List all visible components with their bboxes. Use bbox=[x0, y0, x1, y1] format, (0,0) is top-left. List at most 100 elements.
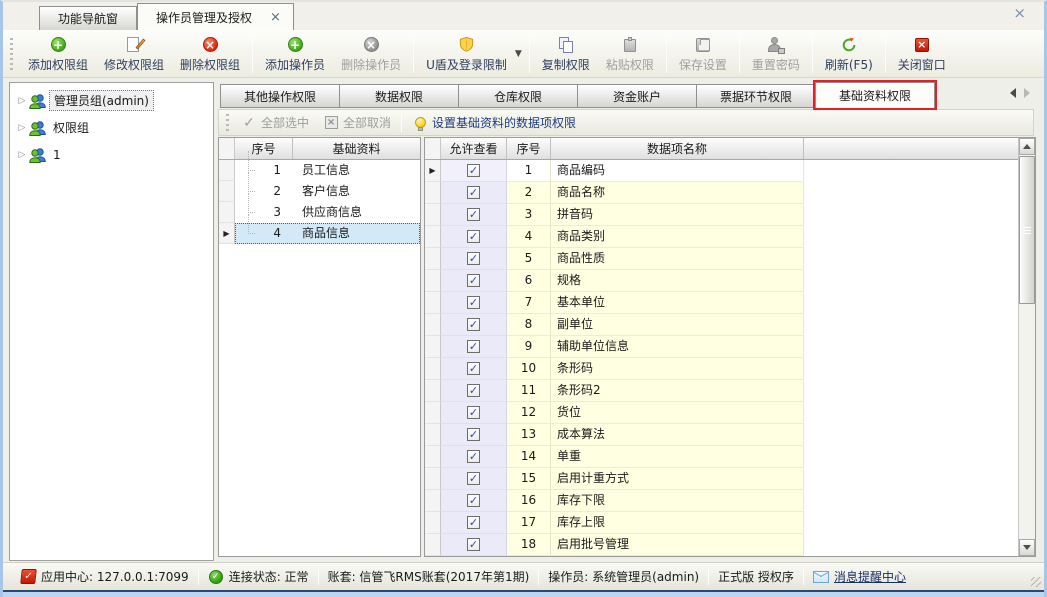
tab-scroll-left-icon[interactable] bbox=[1010, 88, 1016, 98]
toolbar-group: +添加操作员×删除操作员 bbox=[255, 30, 411, 77]
row-name: 商品编码 bbox=[551, 160, 804, 182]
ukey-login-limit-button[interactable]: U盾及登录限制 bbox=[418, 32, 515, 76]
tab-warehouse-perms[interactable]: 仓库权限 bbox=[458, 84, 578, 108]
tab-fund-accounts[interactable]: 资金账户 bbox=[577, 84, 697, 108]
data-table-header-allow-view[interactable]: 允许查看 bbox=[441, 138, 507, 159]
allow-view-checkbox[interactable]: ✓ bbox=[467, 538, 480, 551]
dropdown-caret-icon[interactable]: ▼ bbox=[515, 49, 522, 59]
allow-view-checkbox[interactable]: ✓ bbox=[467, 472, 480, 485]
row-num: 1 bbox=[236, 161, 294, 180]
row-marker bbox=[425, 270, 441, 292]
doc-tab-function-navigation[interactable]: 功能导航窗 bbox=[39, 6, 137, 30]
allow-view-checkbox[interactable]: ✓ bbox=[467, 362, 480, 375]
row-num: 7 bbox=[507, 292, 551, 314]
table-row[interactable]: ✓18启用批号管理 bbox=[425, 534, 1018, 556]
table-row[interactable]: ✓11条形码2 bbox=[425, 380, 1018, 402]
scroll-up-button[interactable] bbox=[1019, 138, 1035, 155]
tree-item-group-1[interactable]: ▷1 bbox=[10, 141, 213, 168]
allow-view-checkbox[interactable]: ✓ bbox=[467, 252, 480, 265]
allow-view-checkbox[interactable]: ✓ bbox=[467, 494, 480, 507]
toolbar-drag-handle[interactable] bbox=[10, 38, 13, 70]
table-row[interactable]: ✓6规格 bbox=[425, 270, 1018, 292]
allow-view-checkbox[interactable]: ✓ bbox=[467, 318, 480, 331]
allow-view-checkbox[interactable]: ✓ bbox=[467, 208, 480, 221]
allow-view-checkbox[interactable]: ✓ bbox=[467, 384, 480, 397]
row-filler bbox=[804, 358, 1018, 380]
table-row[interactable]: ✓12货位 bbox=[425, 402, 1018, 424]
base-table-header-name[interactable]: 基础资料 bbox=[293, 138, 420, 159]
table-row[interactable]: ✓10条形码 bbox=[425, 358, 1018, 380]
tree-item-admin-group[interactable]: ▷管理员组(admin) bbox=[10, 87, 213, 114]
allow-view-checkbox[interactable]: ✓ bbox=[467, 274, 480, 287]
allow-view-checkbox[interactable]: ✓ bbox=[467, 296, 480, 309]
allow-view-cell: ✓ bbox=[441, 270, 507, 292]
toolbar-button-label: 添加操作员 bbox=[265, 56, 325, 73]
add-perm-group-button[interactable]: +添加权限组 bbox=[20, 32, 96, 76]
base-data-table: 序号 基础资料 1员工信息2客户信息3供应商信息▶4商品信息 bbox=[218, 137, 421, 557]
tab-other-operation-perms[interactable]: 其他操作权限 bbox=[220, 84, 340, 108]
sub-toolbar-drag-handle[interactable] bbox=[226, 114, 229, 132]
table-row[interactable]: ▶✓1商品编码 bbox=[425, 160, 1018, 182]
table-row[interactable]: ▶4商品信息 bbox=[219, 223, 420, 244]
toolbar-button-label: 刷新(F5) bbox=[825, 56, 873, 73]
tab-data-perms[interactable]: 数据权限 bbox=[339, 84, 459, 108]
table-row[interactable]: ✓4商品类别 bbox=[425, 226, 1018, 248]
allow-view-checkbox[interactable]: ✓ bbox=[467, 340, 480, 353]
allow-view-checkbox[interactable]: ✓ bbox=[467, 516, 480, 529]
tab-bill-stage-perms[interactable]: 票据环节权限 bbox=[696, 84, 816, 108]
row-marker bbox=[425, 424, 441, 446]
copy-perms-button[interactable]: 复制权限 bbox=[534, 32, 598, 76]
row-marker bbox=[425, 446, 441, 468]
data-table-header-num[interactable]: 序号 bbox=[507, 138, 551, 159]
table-row[interactable]: ✓9辅助单位信息 bbox=[425, 336, 1018, 358]
row-marker bbox=[425, 468, 441, 490]
allow-view-checkbox[interactable]: ✓ bbox=[467, 428, 480, 441]
table-row[interactable]: ✓14单重 bbox=[425, 446, 1018, 468]
expander-icon[interactable]: ▷ bbox=[16, 150, 28, 160]
status-operator: 操作员: 系统管理员(admin) bbox=[539, 568, 708, 585]
delete-perm-group-button[interactable]: ×删除权限组 bbox=[172, 32, 248, 76]
vertical-scrollbar[interactable] bbox=[1018, 138, 1035, 556]
table-row[interactable]: ✓5商品性质 bbox=[425, 248, 1018, 270]
row-num: 2 bbox=[507, 182, 551, 204]
table-row[interactable]: ✓3拼音码 bbox=[425, 204, 1018, 226]
tab-base-data-perms-highlighted[interactable]: 基础资料权限 bbox=[815, 82, 935, 108]
expander-icon[interactable]: ▷ bbox=[16, 96, 28, 106]
table-row[interactable]: ✓2商品名称 bbox=[425, 182, 1018, 204]
set-base-data-item-perms-button[interactable]: 设置基础资料的数据项权限 bbox=[405, 110, 583, 135]
tree-item-perm-group[interactable]: ▷权限组 bbox=[10, 114, 213, 141]
base-table-header-num[interactable]: 序号 bbox=[235, 138, 293, 159]
expander-icon[interactable]: ▷ bbox=[16, 123, 28, 133]
table-row[interactable]: ✓7基本单位 bbox=[425, 292, 1018, 314]
scrollbar-thumb[interactable] bbox=[1019, 156, 1035, 304]
doc-tab-operator-management[interactable]: 操作员管理及授权× bbox=[137, 3, 294, 30]
allow-view-checkbox[interactable]: ✓ bbox=[467, 406, 480, 419]
allow-view-checkbox[interactable]: ✓ bbox=[467, 450, 480, 463]
tab-close-icon[interactable]: × bbox=[268, 11, 283, 24]
table-row[interactable]: ✓15启用计重方式 bbox=[425, 468, 1018, 490]
resize-grip[interactable] bbox=[1031, 577, 1041, 587]
allow-view-checkbox[interactable]: ✓ bbox=[467, 164, 480, 177]
row-marker bbox=[425, 402, 441, 424]
row-filler bbox=[804, 292, 1018, 314]
row-name: 货位 bbox=[551, 402, 804, 424]
allow-view-checkbox[interactable]: ✓ bbox=[467, 186, 480, 199]
envelope-icon bbox=[813, 569, 829, 585]
table-row[interactable]: ✓8副单位 bbox=[425, 314, 1018, 336]
refresh-button[interactable]: 刷新(F5) bbox=[817, 32, 881, 76]
status-message-center[interactable]: 消息提醒中心 bbox=[804, 568, 915, 585]
window-close-icon[interactable]: × bbox=[1013, 6, 1026, 21]
row-name: 供应商信息 bbox=[294, 203, 419, 222]
allow-view-checkbox[interactable]: ✓ bbox=[467, 230, 480, 243]
add-operator-button[interactable]: +添加操作员 bbox=[257, 32, 333, 76]
scroll-down-button[interactable] bbox=[1019, 539, 1035, 556]
table-row[interactable]: ✓13成本算法 bbox=[425, 424, 1018, 446]
close-window-button[interactable]: ×关闭窗口 bbox=[890, 32, 954, 76]
row-marker bbox=[425, 358, 441, 380]
data-table-header-name[interactable]: 数据项名称 bbox=[551, 138, 804, 159]
perm-tab-label: 票据环节权限 bbox=[720, 88, 792, 105]
table-row[interactable]: ✓16库存下限 bbox=[425, 490, 1018, 512]
edit-perm-group-button[interactable]: 修改权限组 bbox=[96, 32, 172, 76]
table-row[interactable]: ✓17库存上限 bbox=[425, 512, 1018, 534]
toolbar-button-label: 粘贴权限 bbox=[606, 56, 654, 73]
